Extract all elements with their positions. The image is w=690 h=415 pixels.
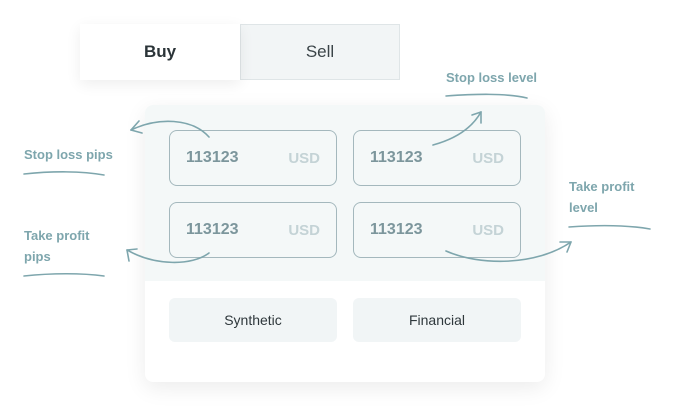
stop-loss-level-underline	[445, 93, 528, 99]
tab-sell[interactable]: Sell	[240, 24, 400, 80]
take-profit-level-field[interactable]: 113123 USD	[353, 202, 521, 258]
field-value: 113123	[186, 221, 239, 238]
stop-loss-level-field[interactable]: 113123 USD	[353, 130, 521, 186]
field-currency: USD	[288, 150, 320, 167]
take-profit-pips-annotation: Take profit pips	[24, 228, 90, 264]
field-currency: USD	[472, 222, 504, 239]
financial-button[interactable]: Financial	[353, 298, 521, 342]
field-value: 113123	[186, 149, 239, 166]
stop-loss-pips-field[interactable]: 113123 USD	[169, 130, 337, 186]
take-profit-level-underline	[568, 224, 651, 230]
stop-loss-level-annotation: Stop loss level	[446, 70, 538, 85]
tab-buy[interactable]: Buy	[80, 24, 240, 80]
field-value: 113123	[370, 221, 423, 238]
stop-loss-pips-annotation: Stop loss pips	[24, 147, 113, 162]
trade-card: 113123 USD 113123 USD 113123 USD 113123 …	[145, 105, 545, 382]
field-currency: USD	[288, 222, 320, 239]
take-profit-level-annotation: Take profit level	[569, 179, 635, 215]
field-currency: USD	[472, 150, 504, 167]
synthetic-button[interactable]: Synthetic	[169, 298, 337, 342]
take-profit-pips-underline	[23, 272, 105, 277]
trade-type-tabs: Buy Sell	[80, 24, 400, 80]
take-profit-pips-field[interactable]: 113123 USD	[169, 202, 337, 258]
field-value: 113123	[370, 149, 423, 166]
stop-loss-pips-underline	[23, 171, 105, 176]
